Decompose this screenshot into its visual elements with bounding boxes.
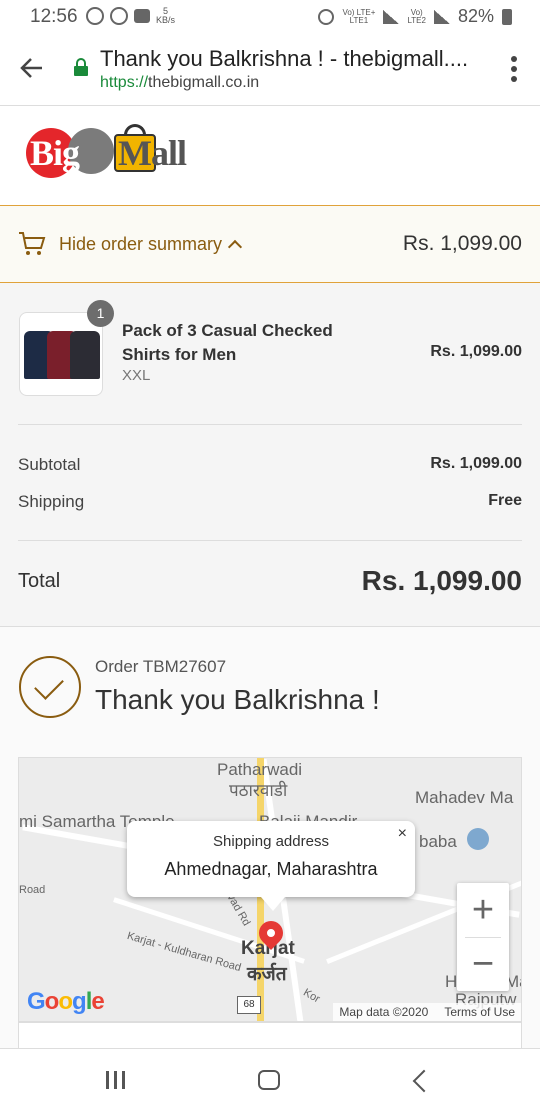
message-icon xyxy=(134,9,150,23)
map-data-text: Map data ©2020 xyxy=(339,1005,429,1019)
temple-poi-icon[interactable] xyxy=(467,828,489,850)
popup-address: Ahmednagar, Maharashtra xyxy=(164,859,378,879)
bigmall-logo[interactable]: Big Mall xyxy=(26,122,216,180)
subtotal-value: Rs. 1,099.00 xyxy=(430,455,522,472)
shirt-image-3 xyxy=(70,331,100,379)
total-value: Rs. 1,099.00 xyxy=(361,565,522,596)
map-label: Road xyxy=(19,884,46,896)
network-speed-unit: KB/s xyxy=(156,15,176,25)
back-arrow-icon[interactable] xyxy=(18,54,46,82)
lock-icon xyxy=(74,58,88,76)
map-label: baba xyxy=(419,832,457,851)
chevron-up-icon xyxy=(227,239,243,255)
status-right-icons: Vo) LTE+ LTE1 Vo) LTE2 82% xyxy=(318,6,512,27)
product-price: Rs. 1,099.00 xyxy=(430,343,522,360)
site-header: Big Mall xyxy=(0,106,540,206)
order-number: Order TBM27607 xyxy=(95,657,227,676)
map-label: Kor xyxy=(301,986,322,1006)
browser-toolbar: Thank you Balkrishna ! - thebigmall.... … xyxy=(0,34,540,106)
close-icon[interactable]: × xyxy=(398,825,407,843)
page-title[interactable]: Thank you Balkrishna ! - thebigmall.... xyxy=(100,46,480,72)
product-thumbnail xyxy=(19,312,103,396)
map-attribution: Map data ©2020 Terms of Use xyxy=(333,1003,521,1021)
map-label: पठारवाडी xyxy=(229,781,288,800)
app-notification-icon xyxy=(86,7,104,25)
home-icon[interactable] xyxy=(258,1070,280,1090)
battery-icon xyxy=(502,8,512,25)
recent-apps-icon[interactable] xyxy=(106,1071,130,1091)
route-shield: 68 xyxy=(237,996,261,1014)
system-nav-bar xyxy=(0,1048,540,1111)
status-time: 12:56 xyxy=(30,6,78,27)
sim2-sub: LTE2 xyxy=(407,15,426,25)
shipping-map[interactable]: Patharwadi पठारवाडी Mahadev Ma mi Samart… xyxy=(18,757,522,1022)
battery-percent: 82% xyxy=(457,6,494,26)
back-icon[interactable] xyxy=(412,1069,436,1093)
map-label: vad Rd xyxy=(224,891,253,929)
status-left-icons: 5 KB/s xyxy=(86,7,175,25)
toggle-label-text: Hide order summary xyxy=(59,234,223,254)
whatsapp-icon xyxy=(110,7,128,25)
zoom-controls: + − xyxy=(457,883,509,991)
zoom-in-button[interactable]: + xyxy=(457,883,509,937)
divider xyxy=(18,540,522,541)
shipping-value: Free xyxy=(488,492,522,509)
subtotal-label: Subtotal xyxy=(18,455,81,474)
map-label: कर्जत xyxy=(247,964,287,985)
checkmark-icon xyxy=(34,670,64,700)
popup-title: Shipping address xyxy=(213,833,329,850)
logo-mall-text: Mall xyxy=(118,133,187,173)
alarm-icon xyxy=(318,8,335,25)
total-label: Total xyxy=(18,570,61,592)
sim1-indicator: Vo) LTE+ LTE1 xyxy=(342,8,375,25)
divider xyxy=(18,424,522,425)
order-summary-panel: 1 Pack of 3 Casual Checked Shirts for Me… xyxy=(0,283,540,627)
check-circle-icon xyxy=(19,656,81,718)
signal-2-icon xyxy=(433,9,450,24)
next-section-box xyxy=(18,1022,522,1048)
sim2-indicator: Vo) LTE2 xyxy=(407,8,426,25)
sim1-sub: LTE1 xyxy=(349,15,369,25)
product-variant: XXL xyxy=(122,367,151,384)
quantity-badge: 1 xyxy=(87,300,114,327)
network-speed: 5 KB/s xyxy=(156,7,175,25)
logo-big-text: Big xyxy=(30,133,80,173)
product-name: Pack of 3 Casual Checked Shirts for Men xyxy=(122,321,333,364)
terms-of-use-link[interactable]: Terms of Use xyxy=(444,1003,515,1021)
map-label: Mahadev Ma xyxy=(415,788,514,807)
status-bar: 12:56 5 KB/s Vo) LTE+ LTE1 Vo) LTE2 82% xyxy=(0,0,540,34)
cart-icon xyxy=(19,232,46,255)
more-menu-icon[interactable] xyxy=(510,56,518,84)
order-summary-total: Rs. 1,099.00 xyxy=(402,232,522,255)
thank-you-heading: Thank you Balkrishna ! xyxy=(95,684,380,715)
url-host: thebigmall.co.in xyxy=(148,74,260,91)
page-url[interactable]: https://thebigmall.co.in xyxy=(100,74,259,92)
order-summary-toggle[interactable]: Hide order summary Rs. 1,099.00 xyxy=(0,205,540,283)
shipping-label: Shipping xyxy=(18,492,85,511)
zoom-out-button[interactable]: − xyxy=(457,937,509,991)
url-scheme: https:// xyxy=(100,74,149,91)
order-summary-toggle-label: Hide order summary xyxy=(59,234,243,255)
google-logo[interactable]: Google xyxy=(27,988,105,1016)
signal-1-icon xyxy=(383,9,400,24)
map-label: Patharwadi xyxy=(217,760,303,779)
shipping-address-popup: Shipping address Ahmednagar, Maharashtra… xyxy=(127,821,415,911)
